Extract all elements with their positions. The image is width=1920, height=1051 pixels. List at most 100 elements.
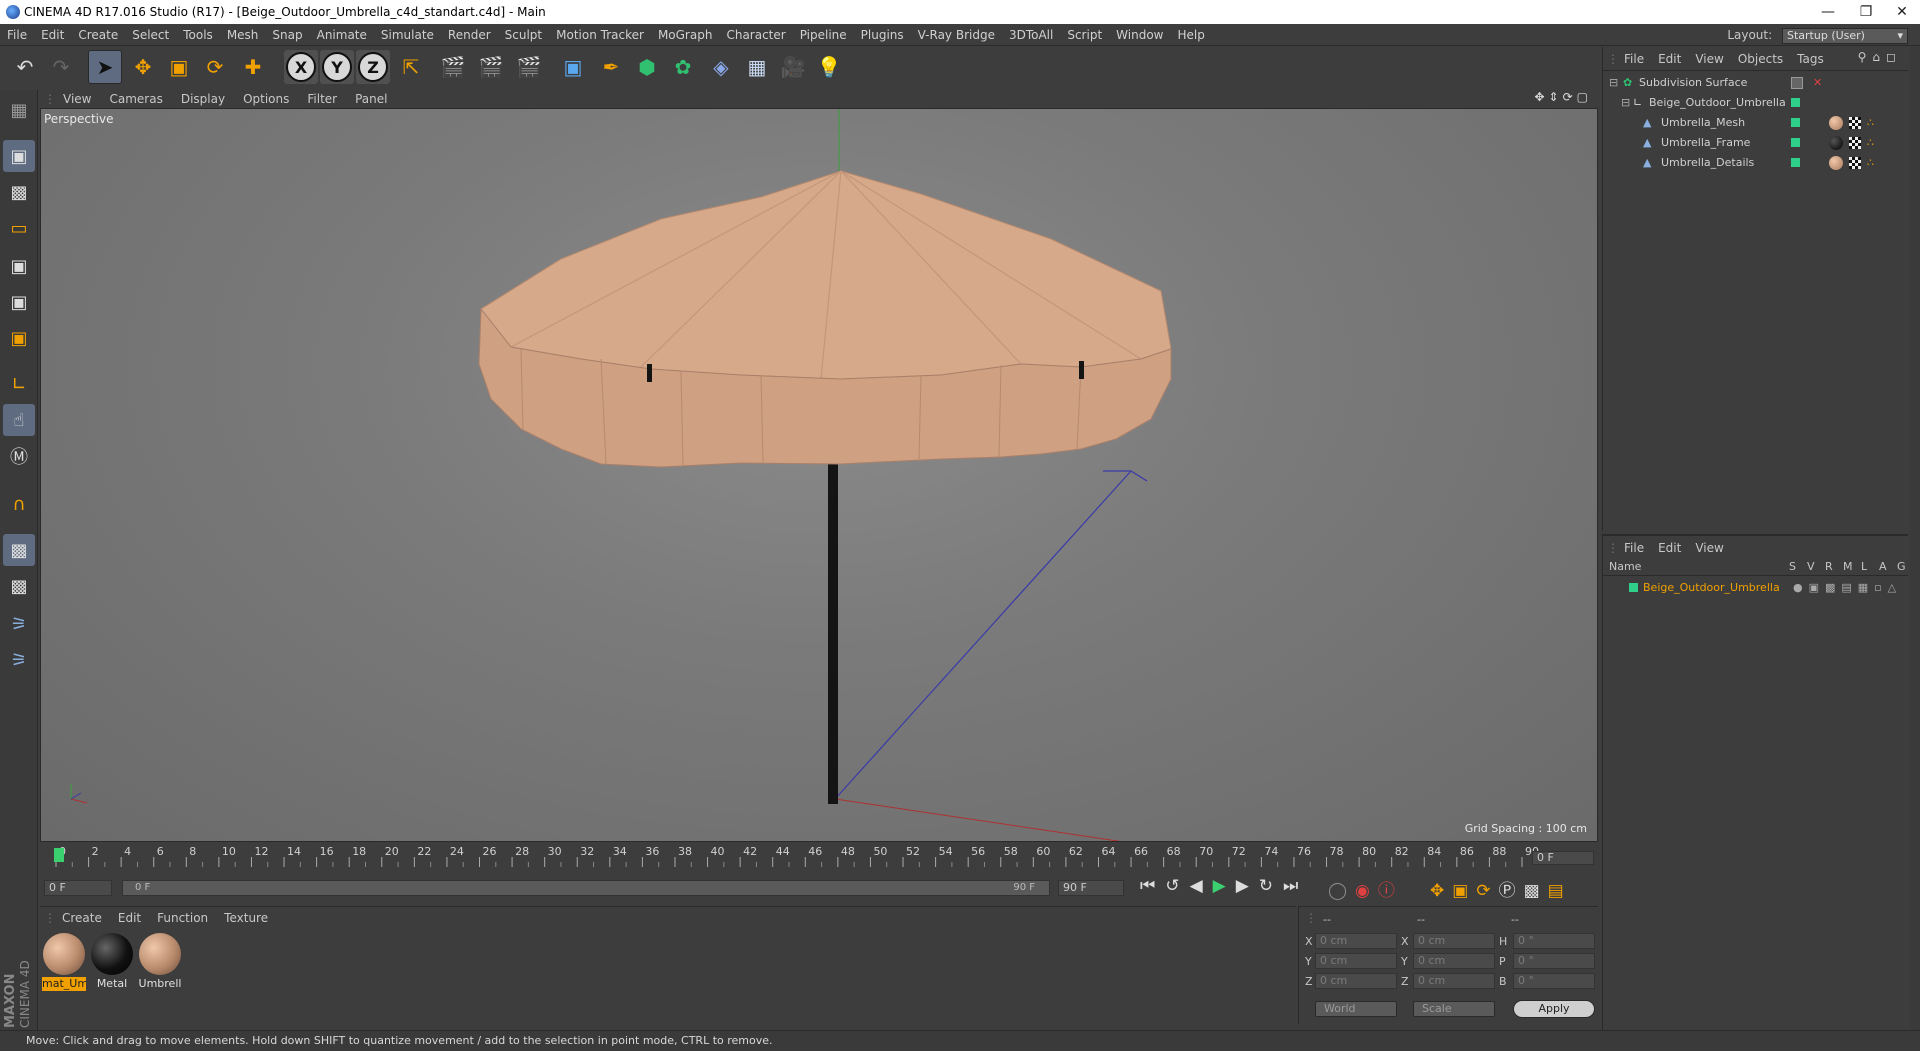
menu-3dtoall[interactable]: 3DToAll — [1002, 24, 1060, 46]
previous-key-icon[interactable]: ↺ — [1165, 876, 1189, 896]
key-rotation-icon[interactable]: ⟳ — [1476, 881, 1498, 901]
python-script-icon[interactable]: ⚞ — [3, 608, 35, 640]
start-frame-field[interactable]: 0 F — [44, 880, 112, 896]
disabled-x-icon[interactable]: ✕ — [1813, 73, 1822, 93]
scale-tool-icon[interactable]: ▣ — [162, 50, 196, 84]
rotate-tool-icon[interactable]: ⟳ — [198, 50, 232, 84]
object-row[interactable]: ▲ Umbrella_Frame ∴ — [1603, 133, 1909, 153]
edges-mode-icon[interactable]: ▣ — [3, 286, 35, 318]
end-frame-field[interactable]: 90 F — [1058, 880, 1124, 896]
viewport-menu-panel[interactable]: Panel — [346, 90, 396, 108]
workplane-lock-icon[interactable]: ▩ — [3, 534, 35, 566]
key-pla-icon[interactable]: ▩ — [1524, 881, 1548, 901]
material-tag-icon[interactable] — [1829, 136, 1843, 150]
viewport-menu-cameras[interactable]: Cameras — [100, 90, 171, 108]
timeline-window-icon[interactable]: ▤ — [1548, 881, 1572, 901]
menu-edit[interactable]: Edit — [34, 24, 71, 46]
coordinate-space-dropdown[interactable]: World — [1315, 1001, 1397, 1017]
material-tag-icon[interactable] — [1829, 116, 1843, 130]
deformer-icon[interactable]: ◈ — [704, 50, 738, 84]
perspective-viewport[interactable]: Perspective Grid Spacing : 100 cm — [40, 108, 1598, 842]
floor-scene-icon[interactable]: ▦ — [740, 50, 774, 84]
model-mode-icon[interactable]: ▣ — [3, 140, 35, 172]
pos-z-field[interactable]: 0 cm — [1315, 973, 1397, 989]
menu-mograph[interactable]: MoGraph — [651, 24, 720, 46]
cloner-icon[interactable]: ✿ — [666, 50, 700, 84]
object-row[interactable]: ⊟ ∟ Beige_Outdoor_Umbrella — [1603, 93, 1909, 113]
collapse-icon[interactable]: ⊟ — [1609, 73, 1618, 93]
python-plugin-icon[interactable]: ⚞ — [3, 644, 35, 676]
selection-tag-icon[interactable]: ∴ — [1867, 133, 1874, 153]
material-menu-texture[interactable]: Texture — [216, 907, 276, 929]
size-y-field[interactable]: 0 cm — [1413, 953, 1495, 969]
uvw-tag-icon[interactable] — [1849, 137, 1861, 149]
om-search-home-icons[interactable]: ⚲⌂◻ — [1858, 50, 1902, 64]
material-tag-icon[interactable] — [1829, 156, 1843, 170]
menu-script[interactable]: Script — [1060, 24, 1109, 46]
texture-mode-icon[interactable]: ▩ — [3, 176, 35, 208]
make-editable-icon[interactable]: ▦ — [3, 94, 35, 126]
snap-magnet-icon[interactable]: ∩ — [3, 488, 35, 520]
viewport-menu-view[interactable]: View — [54, 90, 100, 108]
object-row[interactable]: ⊟ ✿ Subdivision Surface ✕ — [1603, 73, 1909, 93]
menu-select[interactable]: Select — [125, 24, 176, 46]
menu-vray-bridge[interactable]: V-Ray Bridge — [911, 24, 1002, 46]
key-param-icon[interactable]: Ⓟ — [1499, 881, 1524, 901]
apply-button[interactable]: Apply — [1513, 1000, 1595, 1018]
restore-icon[interactable]: ❐ — [1846, 0, 1886, 24]
autokey-icon[interactable]: ◯ — [1328, 881, 1355, 901]
key-scale-icon[interactable]: ▣ — [1452, 881, 1476, 901]
selection-tag-icon[interactable]: ∴ — [1867, 113, 1874, 133]
collapse-icon[interactable]: ⊟ — [1621, 93, 1630, 113]
uvw-tag-icon[interactable] — [1849, 117, 1861, 129]
rot-h-field[interactable]: 0 ° — [1513, 933, 1595, 949]
next-frame-icon[interactable]: ▶ — [1236, 876, 1259, 896]
range-slider[interactable]: 0 F 90 F — [122, 880, 1050, 896]
menu-mesh[interactable]: Mesh — [220, 24, 266, 46]
om-menu-objects[interactable]: Objects — [1731, 47, 1790, 71]
cube-primitive-icon[interactable]: ▣ — [556, 50, 590, 84]
play-icon[interactable]: ▶ — [1213, 876, 1236, 896]
editor-render-toggle[interactable] — [1791, 77, 1803, 89]
transform-tool-icon[interactable]: ✚ — [236, 50, 270, 84]
menu-snap[interactable]: Snap — [265, 24, 309, 46]
menu-render[interactable]: Render — [441, 24, 498, 46]
undo-icon[interactable]: ↶ — [8, 50, 42, 84]
material-swatch[interactable]: mat_Um — [42, 933, 86, 993]
om-menu-file[interactable]: File — [1617, 47, 1651, 71]
workplane-mode-icon[interactable]: ▭ — [3, 212, 35, 244]
previous-frame-icon[interactable]: ◀ — [1190, 876, 1213, 896]
subdivision-generator-icon[interactable]: ⬢ — [630, 50, 664, 84]
close-icon[interactable]: ✕ — [1882, 0, 1920, 24]
menu-window[interactable]: Window — [1109, 24, 1170, 46]
go-to-start-icon[interactable]: ⏮ — [1140, 876, 1165, 896]
pos-y-field[interactable]: 0 cm — [1315, 953, 1397, 969]
menu-motion-tracker[interactable]: Motion Tracker — [549, 24, 651, 46]
camera-icon[interactable]: 🎥 — [776, 50, 810, 84]
x-axis-lock-button[interactable]: X — [284, 50, 318, 84]
current-frame-field[interactable]: 0 F — [1532, 851, 1594, 865]
lm-menu-edit[interactable]: Edit — [1651, 536, 1688, 560]
menu-pipeline[interactable]: Pipeline — [793, 24, 854, 46]
size-x-field[interactable]: 0 cm — [1413, 933, 1495, 949]
viewport-menu-options[interactable]: Options — [234, 90, 298, 108]
object-row[interactable]: ▲ Umbrella_Details ∴ — [1603, 153, 1909, 173]
points-mode-icon[interactable]: ▣ — [3, 250, 35, 282]
select-arrow-icon[interactable]: ➤ — [88, 50, 122, 84]
go-to-end-icon[interactable]: ⏭ — [1283, 876, 1308, 896]
axis-mode-icon[interactable]: ∟ — [3, 368, 35, 400]
material-menu-function[interactable]: Function — [149, 907, 216, 929]
menu-help[interactable]: Help — [1170, 24, 1211, 46]
object-row[interactable]: ▲ Umbrella_Mesh ∴ — [1603, 113, 1909, 133]
light-icon[interactable]: 💡 — [812, 50, 846, 84]
redo-icon[interactable]: ↷ — [44, 50, 78, 84]
rot-p-field[interactable]: 0 ° — [1513, 953, 1595, 969]
om-menu-tags[interactable]: Tags — [1790, 47, 1831, 71]
lm-menu-file[interactable]: File — [1617, 536, 1651, 560]
rot-b-field[interactable]: 0 ° — [1513, 973, 1595, 989]
material-menu-edit[interactable]: Edit — [110, 907, 149, 929]
menu-sculpt[interactable]: Sculpt — [498, 24, 549, 46]
viewport-menu-display[interactable]: Display — [172, 90, 234, 108]
render-picture-viewer-icon[interactable]: 🎬 — [474, 50, 508, 84]
viewport-menu-filter[interactable]: Filter — [298, 90, 346, 108]
